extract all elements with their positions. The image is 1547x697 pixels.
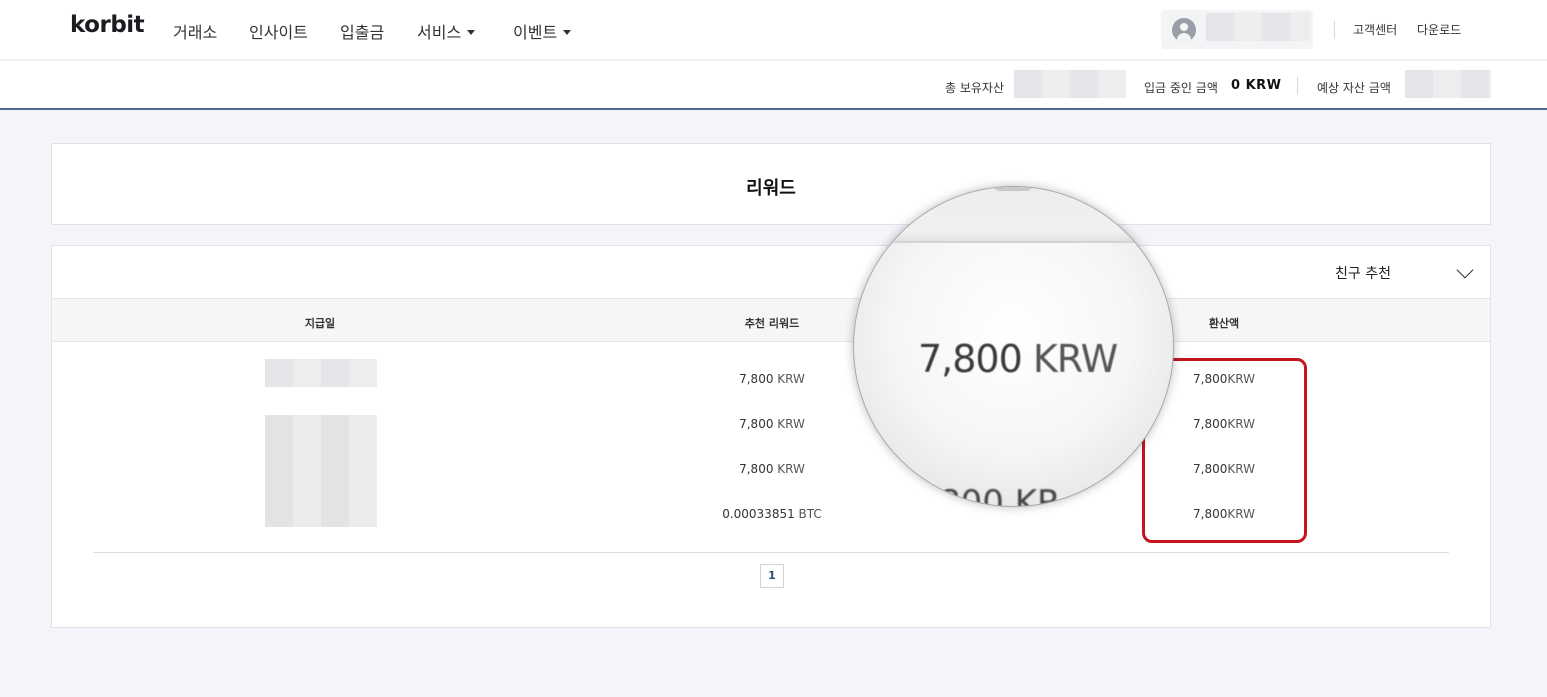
redacted-date	[265, 415, 377, 527]
nav-deposit-withdraw[interactable]: 입출금	[340, 19, 384, 43]
total-assets-label: 총 보유자산	[945, 81, 1005, 95]
table-row-reward: 7,800 KRW	[739, 417, 805, 431]
reward-unit: KRW	[777, 372, 805, 386]
reward-amount: 7,800	[739, 462, 774, 476]
caret-down-icon	[467, 30, 476, 35]
magnified-unit: KRW	[1032, 337, 1118, 381]
user-menu[interactable]	[1161, 10, 1313, 49]
redacted-username	[1206, 13, 1310, 41]
table-row-reward: 0.00033851 BTC	[722, 507, 822, 521]
magnified-bottom-fragment: 800 KR	[939, 483, 1061, 507]
reward-amount: 7,800	[739, 417, 774, 431]
table-footer-divider	[93, 552, 1449, 553]
header-converted: 환산액	[1208, 317, 1240, 330]
estimated-assets-label: 예상 자산 금액	[1317, 81, 1391, 95]
reward-unit: KRW	[777, 417, 805, 431]
magnified-amount: 7,800 KRW	[918, 337, 1118, 381]
magnifier-header-band	[854, 187, 1173, 242]
redacted-total-assets	[1014, 70, 1126, 98]
table-header: 지급일 추천 리워드 환산액	[52, 298, 1490, 342]
header-reward: 추천 리워드	[744, 317, 800, 330]
page-title: 리워드	[746, 178, 796, 199]
header-date: 지급일	[304, 317, 336, 330]
redacted-estimated-assets	[1405, 70, 1491, 98]
magnifier-divider	[854, 241, 1173, 243]
filter-select-label[interactable]: 친구 추천	[1335, 263, 1391, 283]
chevron-down-icon[interactable]	[1456, 261, 1474, 279]
reward-amount: 7,800	[739, 372, 774, 386]
magnifier-top-fragment	[994, 187, 1032, 191]
nav-events-label: 이벤트	[513, 23, 558, 42]
pagination-page-button[interactable]: 1	[760, 564, 784, 588]
magnifier-overlay: 7,800 KRW 800 KR	[853, 186, 1174, 507]
user-avatar-icon	[1172, 18, 1196, 42]
redacted-date	[265, 359, 377, 387]
balance-divider	[1297, 77, 1298, 95]
balance-bar: 총 보유자산 입금 중인 금액 0 KRW 예상 자산 금액	[0, 61, 1547, 110]
title-card: 리워드	[51, 143, 1491, 225]
table-row-reward: 7,800 KRW	[739, 372, 805, 386]
table-row-reward: 7,800 KRW	[739, 462, 805, 476]
nav-insight[interactable]: 인사이트	[249, 19, 308, 43]
download-link[interactable]: 다운로드	[1417, 21, 1461, 38]
korbit-logo[interactable]: korbit	[70, 12, 145, 38]
top-nav: korbit 거래소 인사이트 입출금 서비스 이벤트 고객센터 다운로드	[0, 0, 1547, 60]
pending-deposit-value: 0 KRW	[1231, 78, 1282, 93]
header-divider	[1334, 21, 1335, 39]
magnified-value: 7,800	[918, 337, 1023, 381]
nav-services-label: 서비스	[417, 23, 462, 42]
pending-deposit-label: 입금 중인 금액	[1144, 81, 1218, 95]
reward-unit: KRW	[777, 462, 805, 476]
caret-down-icon	[563, 30, 572, 35]
reward-unit: BTC	[798, 507, 822, 521]
nav-services[interactable]: 서비스	[417, 19, 476, 43]
nav-exchange[interactable]: 거래소	[173, 19, 217, 43]
support-link[interactable]: 고객센터	[1353, 21, 1397, 38]
reward-amount: 0.00033851	[722, 507, 795, 521]
nav-events[interactable]: 이벤트	[513, 19, 572, 43]
